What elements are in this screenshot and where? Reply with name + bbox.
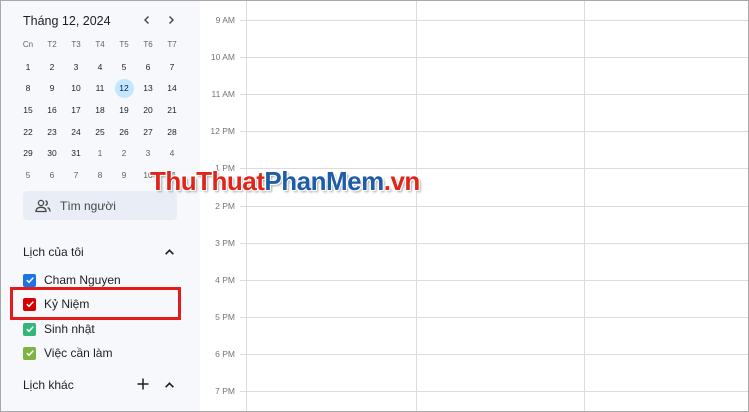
mini-calendar-day[interactable]: 3 — [64, 56, 88, 78]
hour-label: 11 AM — [211, 89, 235, 99]
hour-label: 6 PM — [215, 349, 235, 359]
people-icon — [35, 199, 51, 212]
mini-calendar-day[interactable]: 15 — [16, 99, 40, 121]
highlight-box — [10, 287, 181, 320]
calendar-item[interactable]: Sinh nhật — [23, 320, 95, 338]
checkmark-icon — [25, 350, 34, 357]
hour-label: 3 PM — [215, 238, 235, 248]
weekday-header: T5 — [119, 40, 129, 50]
mini-calendar-day[interactable]: 14 — [160, 77, 184, 99]
checkbox[interactable] — [23, 346, 36, 360]
mini-calendar-grid: Cn T2 T3 T4 T5 T6 T7 1 2 3 4 5 6 7 8 9 10 11 12 13 14 15 16 17 1… — [16, 34, 184, 186]
weekday-header: T6 — [143, 40, 153, 50]
hour-label: 2 PM — [215, 201, 235, 211]
mini-calendar-day[interactable]: 24 — [64, 121, 88, 143]
mini-calendar-day[interactable]: 5 — [112, 56, 136, 78]
mini-calendar-day[interactable]: 2 — [112, 142, 136, 164]
mini-calendar-day[interactable]: 4 — [88, 56, 112, 78]
weekday-header: T7 — [167, 40, 177, 50]
mini-calendar-day[interactable]: 5 — [16, 164, 40, 186]
my-calendars-title: Lịch của tôi — [23, 245, 84, 259]
checkbox[interactable] — [23, 273, 36, 287]
mini-calendar-day[interactable]: 20 — [136, 99, 160, 121]
mini-calendar-day[interactable]: 26 — [112, 121, 136, 143]
hour-label: 12 PM — [210, 126, 235, 136]
search-people-label: Tìm người — [60, 198, 116, 213]
other-calendars-title: Lịch khác — [23, 378, 74, 392]
mini-calendar-day[interactable]: 23 — [40, 121, 64, 143]
checkbox[interactable] — [23, 322, 36, 336]
calendar-item-label: Cham Nguyen — [44, 273, 121, 287]
mini-calendar-day[interactable]: 18 — [88, 99, 112, 121]
mini-calendar-day[interactable]: 6 — [40, 164, 64, 186]
calendar-item-label: Việc cần làm — [44, 346, 113, 360]
mini-calendar-day[interactable]: 2 — [40, 56, 64, 78]
chevron-left-icon[interactable] — [137, 10, 157, 30]
mini-calendar-day[interactable]: 30 — [40, 142, 64, 164]
hour-line — [240, 354, 749, 355]
hour-label: 7 PM — [215, 386, 235, 396]
mini-calendar-day[interactable]: 29 — [16, 142, 40, 164]
calendar-item[interactable]: Việc cần làm — [23, 344, 112, 362]
mini-calendar-day[interactable]: 11 — [88, 77, 112, 99]
chevron-right-icon[interactable] — [161, 10, 181, 30]
mini-calendar-day[interactable]: 16 — [40, 99, 64, 121]
checkmark-icon — [25, 277, 34, 284]
mini-calendar-day[interactable]: 3 — [136, 142, 160, 164]
mini-calendar-day[interactable]: 10 — [64, 77, 88, 99]
hour-line — [240, 243, 749, 244]
mini-calendar-day[interactable]: 4 — [160, 142, 184, 164]
mini-calendar-day[interactable]: 8 — [88, 164, 112, 186]
hour-line — [240, 20, 749, 21]
mini-calendar-day[interactable]: 22 — [16, 121, 40, 143]
mini-calendar-day[interactable]: 1 — [16, 56, 40, 78]
mini-calendar-day[interactable]: 12 — [112, 77, 136, 99]
sidebar: Tháng 12, 2024 Cn T2 T3 T4 T5 T6 T7 1 2 3 4 5 6 7 8 9 10… — [0, 0, 200, 412]
mini-calendar-day[interactable]: 9 — [112, 164, 136, 186]
weekday-header: T2 — [47, 40, 57, 50]
mini-calendar-day[interactable]: 21 — [160, 99, 184, 121]
hour-label: 10 AM — [210, 52, 235, 62]
mini-calendar-day[interactable]: 27 — [136, 121, 160, 143]
mini-calendar-day[interactable]: 17 — [64, 99, 88, 121]
hour-label: 5 PM — [215, 312, 235, 322]
mini-calendar-day[interactable]: 9 — [40, 77, 64, 99]
mini-calendar-day[interactable]: 8 — [16, 77, 40, 99]
watermark-logo: ThuThuatPhanMem.vn — [150, 166, 420, 196]
calendar-item-label: Sinh nhật — [44, 322, 95, 336]
hour-line — [240, 317, 749, 318]
plus-icon[interactable] — [136, 377, 150, 391]
mini-calendar-day[interactable]: 13 — [136, 77, 160, 99]
hour-line — [240, 206, 749, 207]
weekday-header: Cn — [22, 40, 34, 50]
checkmark-icon — [25, 326, 34, 333]
chevron-up-icon[interactable] — [162, 378, 176, 392]
hour-line — [240, 57, 749, 58]
mini-calendar-day[interactable]: 28 — [160, 121, 184, 143]
day-timeline[interactable]: 9 AM 10 AM 11 AM 12 PM 1 PM 2 PM 3 PM 4 PM 5 PM 6… — [200, 0, 749, 412]
mini-calendar-day[interactable]: 1 — [88, 142, 112, 164]
chevron-up-icon[interactable] — [162, 245, 176, 259]
weekday-header: T3 — [71, 40, 81, 50]
hour-line — [240, 391, 749, 392]
mini-calendar-day[interactable]: 7 — [64, 164, 88, 186]
mini-calendar-day[interactable]: 19 — [112, 99, 136, 121]
mini-calendar-day[interactable]: 31 — [64, 142, 88, 164]
mini-calendar-day[interactable]: 6 — [136, 56, 160, 78]
hour-label: 4 PM — [215, 275, 235, 285]
hour-label: 9 AM — [215, 15, 235, 25]
mini-calendar-day[interactable]: 7 — [160, 56, 184, 78]
hour-line — [240, 94, 749, 95]
mini-calendar-day[interactable]: 25 — [88, 121, 112, 143]
weekday-header: T4 — [95, 40, 105, 50]
mini-calendar-title: Tháng 12, 2024 — [23, 14, 111, 28]
hour-line — [240, 131, 749, 132]
hour-line — [240, 280, 749, 281]
